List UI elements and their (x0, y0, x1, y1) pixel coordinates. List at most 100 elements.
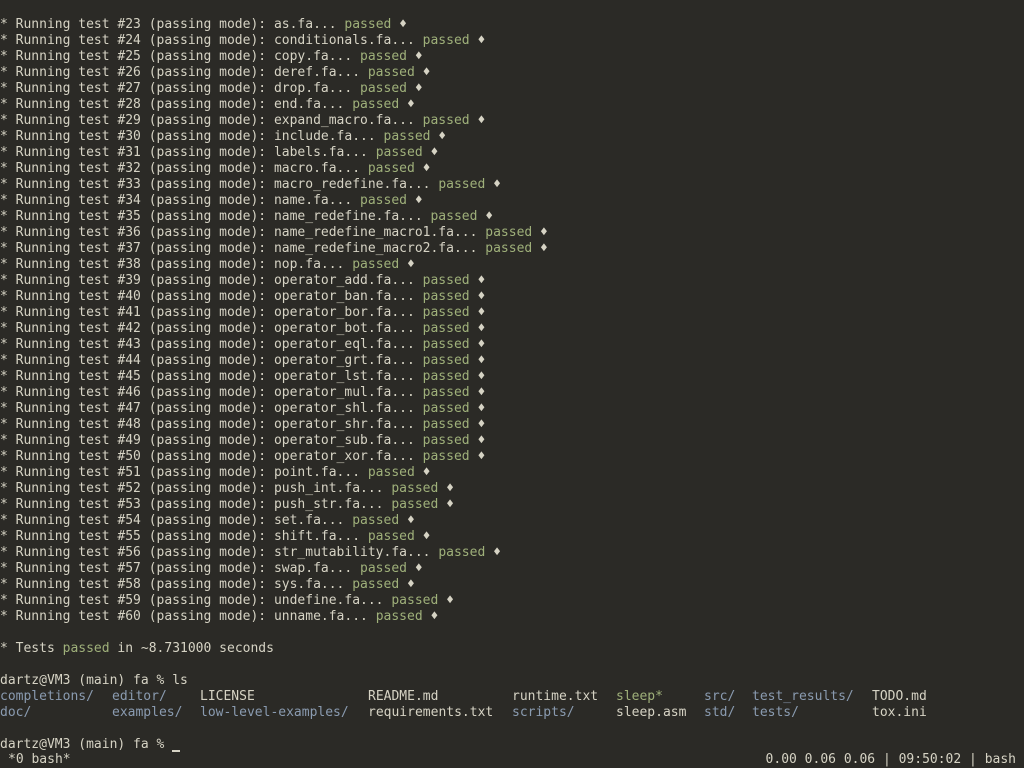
test-result: passed (352, 577, 400, 592)
test-mark-icon: ♦ (469, 417, 486, 432)
test-mark-icon: ♦ (438, 481, 454, 496)
test-summary: * Tests passed in ~8.731000 seconds (0, 641, 1024, 657)
test-line: * Running test #28 (passing mode): end.f… (0, 97, 1024, 113)
test-mark-icon: ♦ (407, 81, 423, 96)
test-prefix: * Running test #27 (passing mode): (0, 81, 274, 96)
test-prefix: * Running test #56 (passing mode): (0, 545, 274, 560)
test-mark-icon: ♦ (414, 465, 431, 480)
ls-output: completions/editor/LICENSE README.md runti… (0, 689, 1024, 721)
prompt-text: dartz@VM3 (main) fa % (0, 737, 173, 752)
test-result: passed (422, 321, 470, 336)
test-file: name_redefine_macro1.fa... (273, 225, 486, 240)
test-line: * Running test #45 (passing mode): opera… (0, 369, 1024, 385)
test-prefix: * Running test #59 (passing mode): (0, 593, 274, 608)
test-prefix: * Running test #42 (passing mode): (0, 321, 274, 336)
test-file: set.fa... (273, 513, 353, 528)
ls-entry-file: runtime.txt (512, 689, 599, 704)
ls-entry-dir: std/ (704, 705, 736, 720)
test-mark-icon: ♦ (407, 49, 423, 64)
test-prefix: * Running test #24 (passing mode): (0, 33, 274, 48)
test-line: * Running test #43 (passing mode): opera… (0, 337, 1024, 353)
test-prefix: * Running test #49 (passing mode): (0, 433, 274, 448)
test-result: passed (485, 225, 533, 240)
shell-prompt-current[interactable]: dartz@VM3 (main) fa % (0, 737, 1024, 752)
test-line: * Running test #46 (passing mode): opera… (0, 385, 1024, 401)
test-prefix: * Running test #39 (passing mode): (0, 273, 274, 288)
test-results-list: * Running test #23 (passing mode): as.fa… (0, 17, 1024, 625)
test-mark-icon: ♦ (399, 257, 415, 272)
test-result: passed (375, 609, 423, 624)
test-mark-icon: ♦ (469, 289, 486, 304)
test-file: operator_bor.fa... (273, 305, 423, 320)
test-mark-icon: ♦ (485, 545, 501, 560)
ls-entry-dir: completions/ (0, 689, 94, 704)
test-prefix: * Running test #53 (passing mode): (0, 497, 274, 512)
test-mark-icon: ♦ (532, 241, 548, 256)
test-prefix: * Running test #37 (passing mode): (0, 241, 274, 256)
status-window-list[interactable]: *0 bash* (8, 752, 71, 768)
test-line: * Running test #59 (passing mode): undef… (0, 593, 1024, 609)
terminal-output[interactable]: * Running test #23 (passing mode): as.fa… (0, 17, 1024, 752)
test-line: * Running test #55 (passing mode): shift… (0, 529, 1024, 545)
ls-entry-file: tox.ini (872, 705, 927, 720)
test-line: * Running test #53 (passing mode): push_… (0, 497, 1024, 513)
test-result: passed (391, 593, 439, 608)
test-result: passed (422, 417, 470, 432)
test-result: passed (367, 529, 415, 544)
test-file: end.fa... (273, 97, 353, 112)
test-line: * Running test #35 (passing mode): name_… (0, 209, 1024, 225)
test-line: * Running test #40 (passing mode): opera… (0, 289, 1024, 305)
test-prefix: * Running test #48 (passing mode): (0, 417, 274, 432)
test-result: passed (360, 561, 407, 576)
test-file: push_int.fa... (273, 481, 392, 496)
test-mark-icon: ♦ (469, 433, 486, 448)
test-prefix: * Running test #25 (passing mode): (0, 49, 274, 64)
test-mark-icon: ♦ (469, 321, 486, 336)
test-file: name.fa... (273, 193, 361, 208)
test-prefix: * Running test #55 (passing mode): (0, 529, 274, 544)
test-prefix: * Running test #40 (passing mode): (0, 289, 274, 304)
test-line: * Running test #34 (passing mode): name.… (0, 193, 1024, 209)
test-line: * Running test #44 (passing mode): opera… (0, 353, 1024, 369)
test-file: operator_shr.fa... (273, 417, 423, 432)
test-file: point.fa... (273, 465, 368, 480)
test-line: * Running test #50 (passing mode): opera… (0, 449, 1024, 465)
test-mark-icon: ♦ (414, 161, 431, 176)
test-mark-icon: ♦ (469, 369, 486, 384)
test-line: * Running test #33 (passing mode): macro… (0, 177, 1024, 193)
test-result: passed (422, 385, 470, 400)
test-file: macro.fa... (273, 161, 368, 176)
test-line: * Running test #27 (passing mode): drop.… (0, 81, 1024, 97)
test-mark-icon: ♦ (422, 609, 439, 624)
test-prefix: * Running test #54 (passing mode): (0, 513, 274, 528)
test-line: * Running test #48 (passing mode): opera… (0, 417, 1024, 433)
ls-entry-dir: test_results/ (752, 689, 854, 704)
test-result: passed (375, 145, 423, 160)
test-line: * Running test #30 (passing mode): inclu… (0, 129, 1024, 145)
test-line: * Running test #39 (passing mode): opera… (0, 273, 1024, 289)
test-file: operator_add.fa... (273, 273, 423, 288)
test-file: operator_xor.fa... (273, 449, 423, 464)
test-prefix: * Running test #30 (passing mode): (0, 129, 274, 144)
test-line: * Running test #26 (passing mode): deref… (0, 65, 1024, 81)
test-line: * Running test #49 (passing mode): opera… (0, 433, 1024, 449)
test-prefix: * Running test #58 (passing mode): (0, 577, 274, 592)
test-mark-icon: ♦ (399, 97, 415, 112)
test-line: * Running test #57 (passing mode): swap.… (0, 561, 1024, 577)
test-file: labels.fa... (273, 145, 376, 160)
test-file: operator_eql.fa... (273, 337, 423, 352)
test-file: operator_shl.fa... (273, 401, 423, 416)
test-result: passed (422, 353, 470, 368)
test-line: * Running test #42 (passing mode): opera… (0, 321, 1024, 337)
summary-prefix: * Tests (0, 641, 63, 656)
test-file: operator_ban.fa... (273, 289, 423, 304)
test-prefix: * Running test #41 (passing mode): (0, 305, 274, 320)
test-line: * Running test #47 (passing mode): opera… (0, 401, 1024, 417)
test-prefix: * Running test #29 (passing mode): (0, 113, 274, 128)
summary-status: passed (62, 641, 110, 656)
test-file: push_str.fa... (273, 497, 392, 512)
test-line: * Running test #54 (passing mode): set.f… (0, 513, 1024, 529)
